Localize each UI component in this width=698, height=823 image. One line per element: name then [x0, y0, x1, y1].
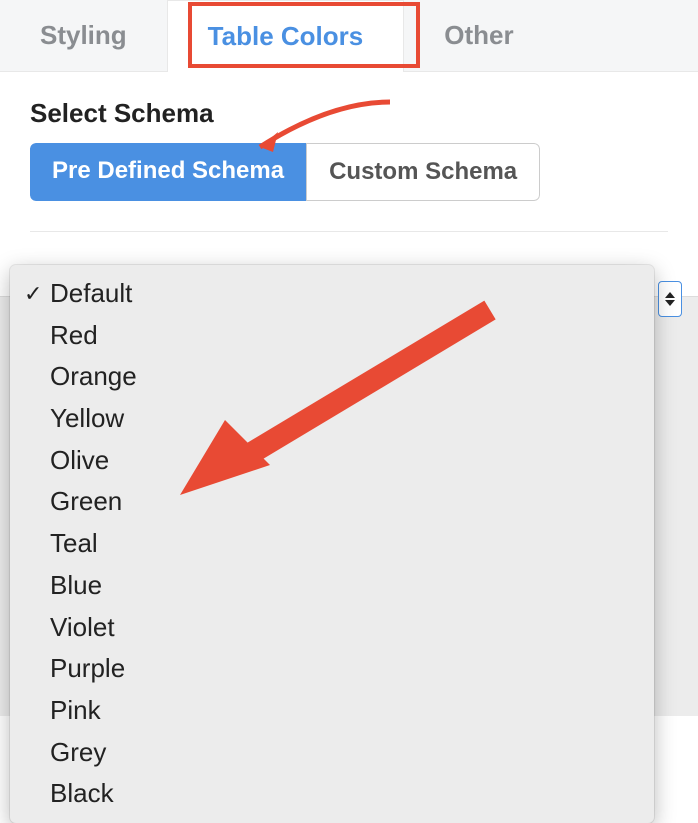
option-label: Purple — [50, 650, 125, 688]
option-label: Orange — [50, 358, 137, 396]
option-green[interactable]: Green — [10, 481, 654, 523]
option-pink[interactable]: Pink — [10, 690, 654, 732]
option-label: Pink — [50, 692, 101, 730]
select-stepper-icon[interactable] — [658, 281, 682, 317]
tab-table-colors[interactable]: Table Colors — [167, 0, 405, 72]
option-violet[interactable]: Violet — [10, 607, 654, 649]
chevron-up-icon — [665, 292, 675, 298]
option-label: Grey — [50, 734, 106, 772]
option-blue[interactable]: Blue — [10, 565, 654, 607]
tabs-bar: Styling Table Colors Other — [0, 0, 698, 72]
chevron-down-icon — [665, 300, 675, 306]
tab-styling[interactable]: Styling — [0, 0, 167, 71]
option-grey[interactable]: Grey — [10, 732, 654, 774]
option-black[interactable]: Black — [10, 773, 654, 815]
option-label: Blue — [50, 567, 102, 605]
select-schema-label: Select Schema — [30, 98, 668, 129]
option-red[interactable]: Red — [10, 315, 654, 357]
option-label: Teal — [50, 525, 98, 563]
panel-divider — [30, 231, 668, 232]
option-label: Violet — [50, 609, 115, 647]
tab-other[interactable]: Other — [404, 0, 553, 71]
option-teal[interactable]: Teal — [10, 523, 654, 565]
check-icon: ✓ — [24, 278, 50, 310]
option-label: Black — [50, 775, 114, 813]
option-orange[interactable]: Orange — [10, 356, 654, 398]
option-label: Default — [50, 275, 132, 313]
option-default[interactable]: ✓Default — [10, 273, 654, 315]
option-yellow[interactable]: Yellow — [10, 398, 654, 440]
option-label: Red — [50, 317, 98, 355]
option-label: Olive — [50, 442, 109, 480]
custom-schema-button[interactable]: Custom Schema — [306, 143, 540, 201]
predefined-schema-button[interactable]: Pre Defined Schema — [30, 143, 306, 201]
color-dropdown[interactable]: ✓Default Red Orange Yellow Olive Green T… — [10, 265, 654, 823]
option-olive[interactable]: Olive — [10, 440, 654, 482]
option-label: Yellow — [50, 400, 124, 438]
option-label: Green — [50, 483, 122, 521]
option-purple[interactable]: Purple — [10, 648, 654, 690]
schema-button-group: Pre Defined Schema Custom Schema — [30, 143, 540, 201]
tab-panel: Select Schema Pre Defined Schema Custom … — [0, 72, 698, 296]
